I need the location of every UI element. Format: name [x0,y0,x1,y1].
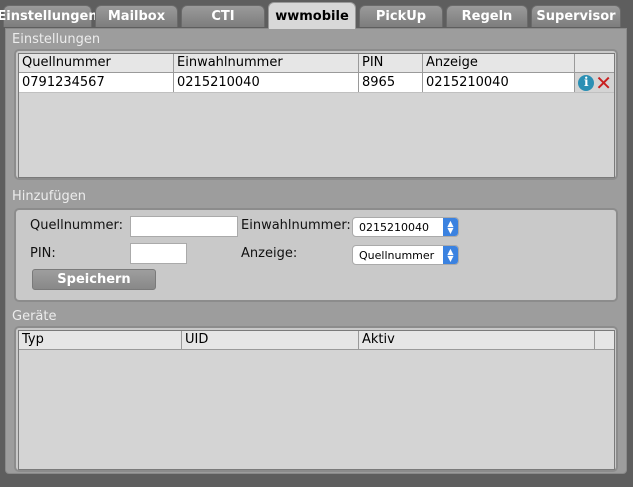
save-button[interactable]: Speichern [32,269,156,290]
anzeige-label: Anzeige: [241,246,298,261]
anzeige-selected-value: Quellnummer [359,248,435,262]
settings-table: Quellnummer Einwahlnummer PIN Anzeige 07… [18,53,615,178]
row-actions: i ✕ [575,73,614,93]
einwahlnummer-selected-value: 0215210040 [359,220,429,234]
settings-group: Quellnummer Einwahlnummer PIN Anzeige 07… [14,49,618,180]
close-icon[interactable]: ✕ [595,73,612,93]
column-header-actions [575,54,614,72]
cell-quellnummer: 0791234567 [19,73,174,92]
quellnummer-input[interactable] [130,216,238,237]
tab-supervisor[interactable]: Supervisor [531,5,621,27]
cell-anzeige: 0215210040 [423,73,575,92]
devices-table-header: Typ UID Aktiv [19,331,614,350]
tab-cti[interactable]: CTI [181,5,265,27]
pin-label: PIN: [30,246,56,261]
tab-pickup[interactable]: PickUp [359,5,443,27]
select-arrows-icon: ▲ ▼ [443,246,458,264]
column-header-pin[interactable]: PIN [359,54,423,72]
table-row[interactable]: 0791234567 0215210040 8965 0215210040 i … [19,73,614,93]
devices-section-title: Geräte [12,309,57,324]
settings-section-title: Einstellungen [12,32,101,47]
column-header-extra [595,331,614,349]
column-header-einwahlnummer[interactable]: Einwahlnummer [174,54,359,72]
tab-einstellungen[interactable]: Einstellungen [0,5,98,27]
tab-mailbox[interactable]: Mailbox [95,5,178,27]
info-icon[interactable]: i [578,74,595,91]
tab-wwmobile[interactable]: wwmobile [268,2,356,29]
anzeige-select[interactable]: Quellnummer ▲ ▼ [352,245,459,265]
tab-regeln[interactable]: Regeln [446,5,528,27]
column-header-aktiv[interactable]: Aktiv [359,331,595,349]
devices-table: Typ UID Aktiv [18,330,615,470]
add-section-title: Hinzufügen [12,189,86,204]
tab-bar: Einstellungen Mailbox CTI wwmobile PickU… [0,0,633,29]
wwmobile-panel: Einstellungen Quellnummer Einwahlnummer … [5,28,627,474]
add-group: Quellnummer: Einwahlnummer: 0215210040 ▲… [14,208,618,302]
column-header-typ[interactable]: Typ [19,331,182,349]
quellnummer-label: Quellnummer: [30,218,123,233]
column-header-uid[interactable]: UID [182,331,359,349]
column-header-anzeige[interactable]: Anzeige [423,54,575,72]
cell-einwahlnummer: 0215210040 [174,73,359,92]
column-header-quellnummer[interactable]: Quellnummer [19,54,174,72]
devices-group: Typ UID Aktiv [14,326,618,472]
einwahlnummer-label: Einwahlnummer: [241,218,351,233]
pin-input[interactable] [130,243,187,264]
cell-pin: 8965 [359,73,423,92]
select-arrows-icon: ▲ ▼ [443,218,458,236]
settings-table-header: Quellnummer Einwahlnummer PIN Anzeige [19,54,614,73]
einwahlnummer-select[interactable]: 0215210040 ▲ ▼ [352,217,459,237]
